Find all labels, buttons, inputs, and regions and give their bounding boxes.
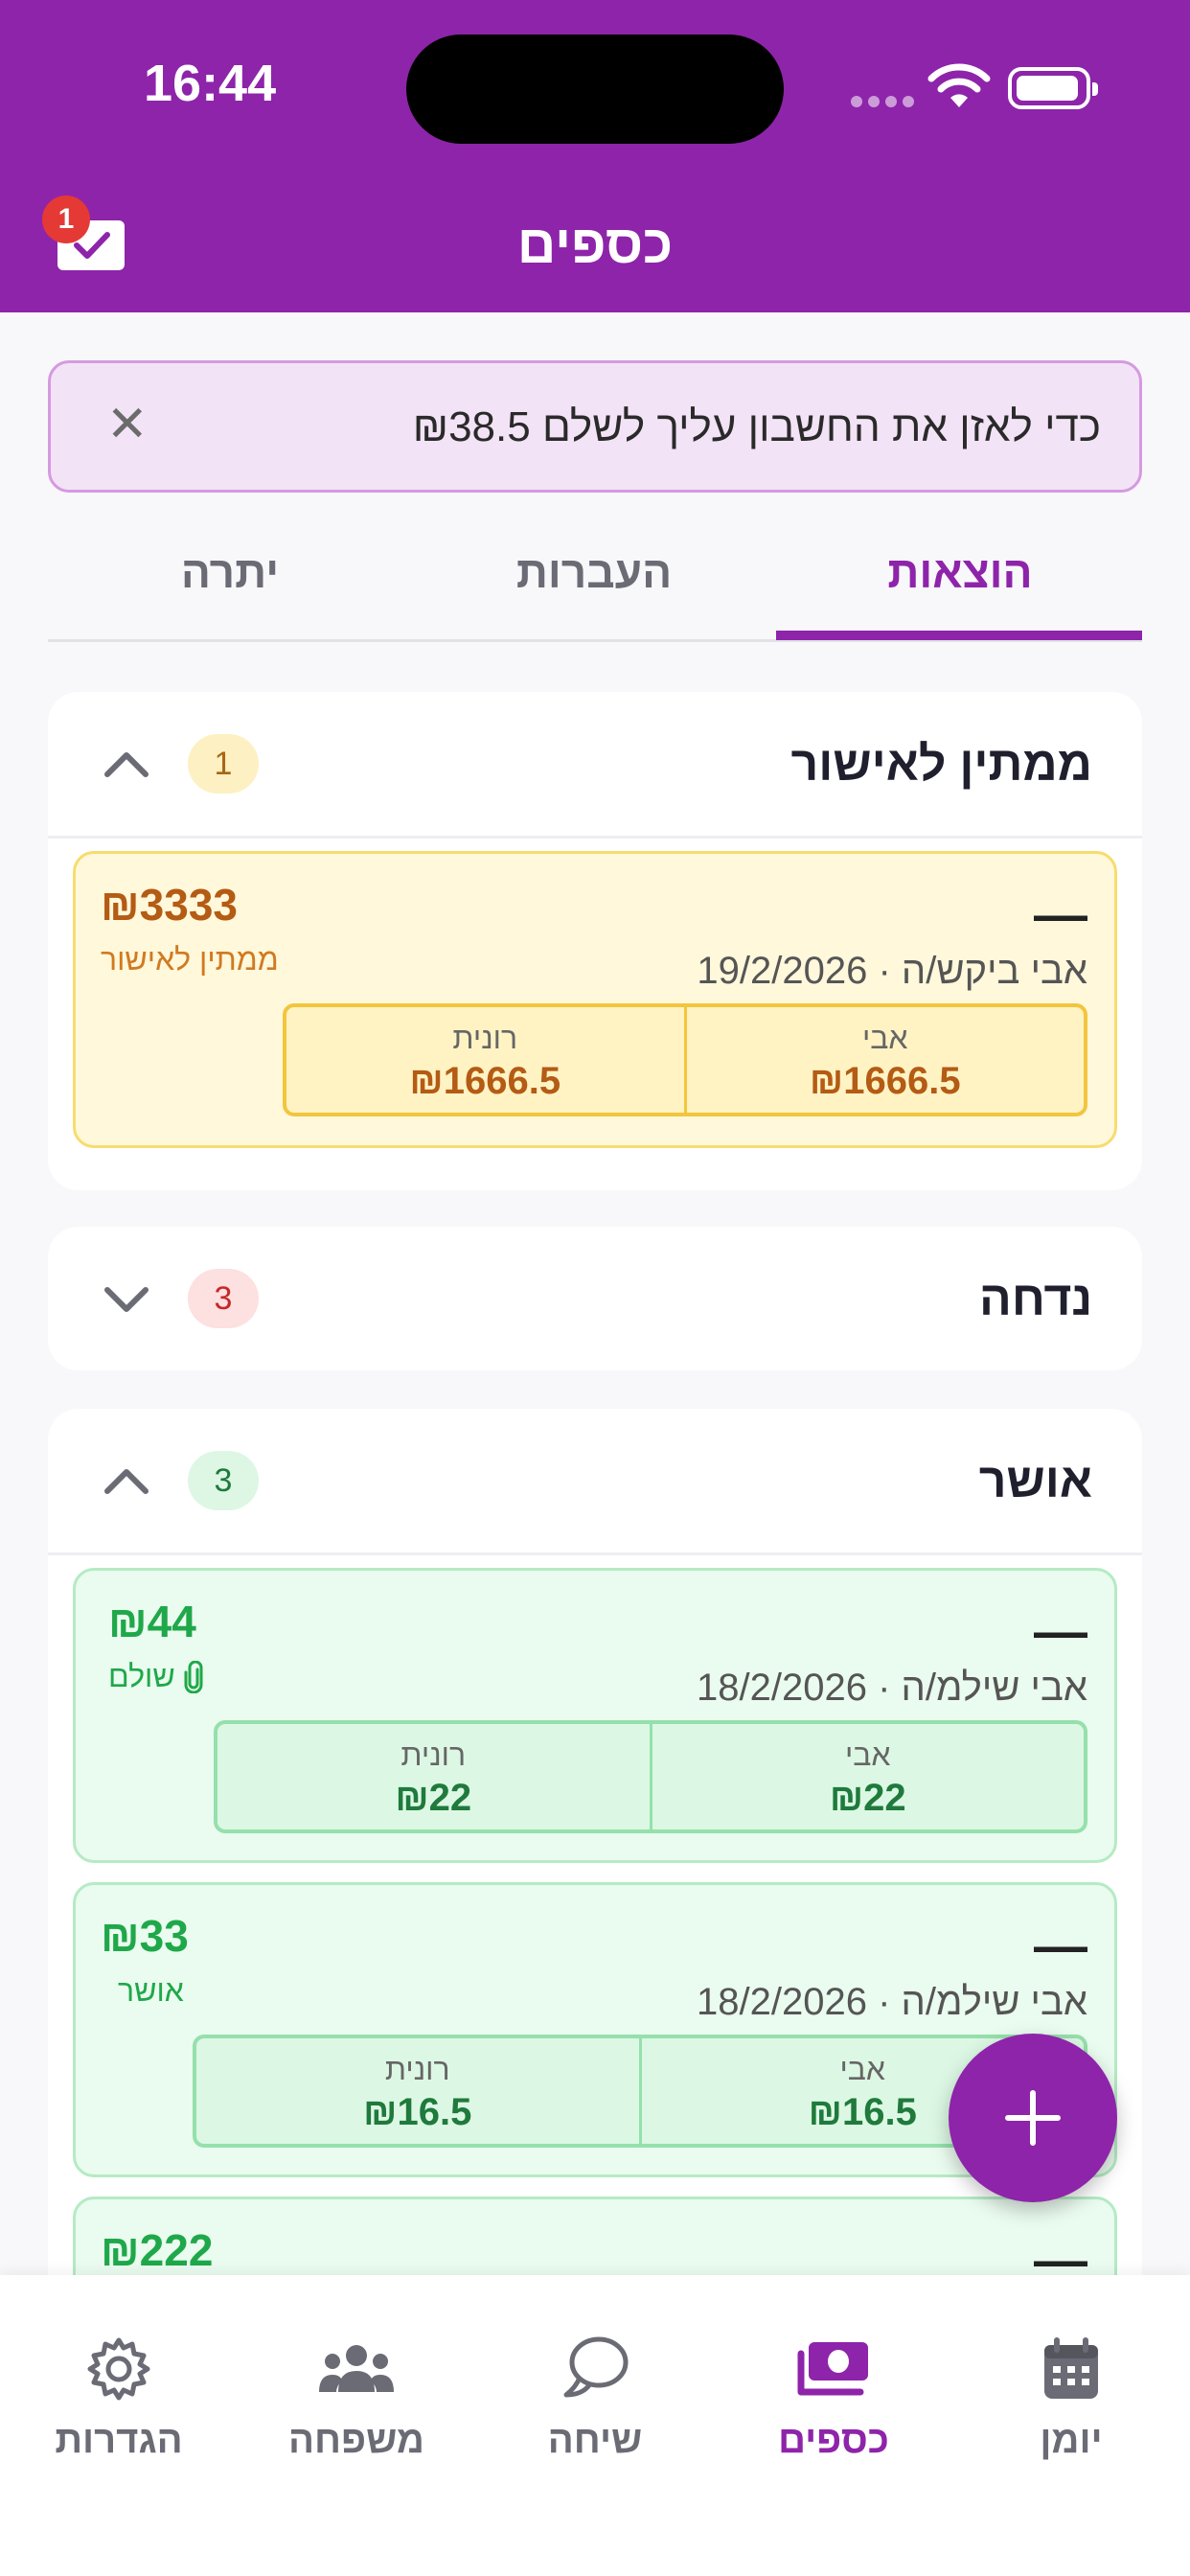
status-time: 16:44 [144,55,277,112]
expense-amount: ₪33 [101,1911,189,1961]
split-amount: ₪1666.5 [809,1060,961,1102]
split-amount: ₪22 [395,1777,472,1819]
signal-icon [851,96,914,107]
tab-balance[interactable]: יתרה [48,546,412,598]
chat-icon [563,2336,629,2398]
expense-title: — [1034,1915,1087,1975]
bottom-nav: יומן כספים שיחה משפחה הגדרות [0,2275,1190,2576]
nav-label: כספים [778,2419,889,2461]
chevron-up-icon [104,752,149,777]
app-header: 16:44 1 כספים [0,0,1190,312]
rejected-section-header[interactable]: נדחה 3 [48,1227,1142,1370]
count-badge: 3 [188,1451,259,1510]
expense-status: ממתין לאישור [101,942,279,978]
rejected-section[interactable]: נדחה 3 [48,1227,1142,1370]
expense-status: אושר [118,1973,184,2009]
family-icon [319,2345,394,2392]
expense-meta: אבי שילמ/ה · 18/2/2026 [697,1667,1087,1709]
gear-icon [87,2337,150,2401]
tab-underline [776,631,1142,640]
nav-label: הגדרות [55,2419,183,2461]
section-title: נדחה [979,1272,1092,1325]
nav-label: משפחה [288,2419,424,2461]
tab-transfers[interactable]: העברות [412,546,776,598]
split-cell: אבי ₪22 [652,1724,1085,1829]
section-title: אושר [978,1454,1092,1507]
expense-card[interactable]: — אבי שילמ/ה · 18/2/2026 ₪44 שולם אבי ₪2… [73,1568,1117,1863]
close-icon[interactable]: ✕ [106,396,149,453]
balance-banner: כדי לאזן את החשבון עליך לשלם ₪38.5 ✕ [48,360,1142,493]
nav-label: יומן [1040,2419,1103,2461]
nav-money[interactable]: כספים [715,2331,952,2462]
split-amount: ₪1666.5 [409,1060,561,1102]
approved-section-header[interactable]: אושר 3 [48,1409,1142,1552]
status-label: אושר [118,1973,184,2008]
nav-chat[interactable]: שיחה [476,2331,714,2462]
calendar-icon [1044,2337,1098,2399]
tab-bar: הוצאות העברות יתרה [48,518,1142,642]
dynamic-island [406,34,784,144]
split-name: רונית [400,1737,467,1772]
divider [48,836,1142,839]
split-name: אבי [861,1021,908,1055]
split-cell: רונית ₪16.5 [196,2038,642,2144]
split-amount: ₪22 [829,1777,906,1819]
page-title: כספים [516,214,674,274]
split-cell: רונית ₪22 [217,1724,652,1829]
nav-calendar[interactable]: יומן [952,2331,1190,2462]
split-cell: רונית ₪1666.5 [286,1007,687,1113]
expense-meta: אבי ביקש/ה · 19/2/2026 [697,950,1087,992]
chevron-down-icon [104,1287,149,1312]
expense-status: שולם [108,1659,204,1694]
expense-amount: ₪222 [101,2225,214,2275]
split-name: רונית [384,2052,450,2086]
pending-section-header[interactable]: ממתין לאישור 1 [48,692,1142,836]
expense-amount: ₪3333 [101,880,238,930]
split-cell: אבי ₪1666.5 [687,1007,1085,1113]
money-icon [797,2342,868,2396]
status-label: ממתין לאישור [101,942,279,977]
banner-text: כדי לאזן את החשבון עליך לשלם ₪38.5 [412,403,1101,450]
section-title: ממתין לאישור [790,737,1092,791]
split-name: רונית [452,1021,518,1055]
expense-title: — [1034,884,1087,944]
nav-family[interactable]: משפחה [238,2331,475,2462]
nav-settings[interactable]: הגדרות [0,2331,238,2462]
split-box: אבי ₪1666.5 רונית ₪1666.5 [283,1003,1087,1116]
expense-card[interactable]: — אבי ביקש/ה · 19/2/2026 ₪3333 ממתין לאי… [73,851,1117,1148]
wifi-icon [927,63,991,107]
paperclip-icon [184,1660,203,1693]
split-amount: ₪16.5 [363,2091,472,2133]
chevron-up-icon [104,1469,149,1494]
plus-icon [1005,2090,1061,2146]
expense-meta: אבי שילמ/ה · 18/2/2026 [697,1981,1087,2023]
battery-icon [1008,67,1098,109]
split-box: אבי ₪22 רונית ₪22 [214,1720,1087,1833]
add-expense-button[interactable] [949,2034,1117,2202]
count-badge: 1 [188,734,259,794]
nav-label: שיחה [547,2419,643,2461]
split-name: אבי [844,1737,891,1772]
divider [48,1552,1142,1555]
expense-title: — [1034,1600,1087,1661]
tab-expenses[interactable]: הוצאות [778,546,1142,598]
expense-amount: ₪44 [108,1597,196,1646]
count-badge: 3 [188,1269,259,1328]
status-label: שולם [108,1659,175,1693]
